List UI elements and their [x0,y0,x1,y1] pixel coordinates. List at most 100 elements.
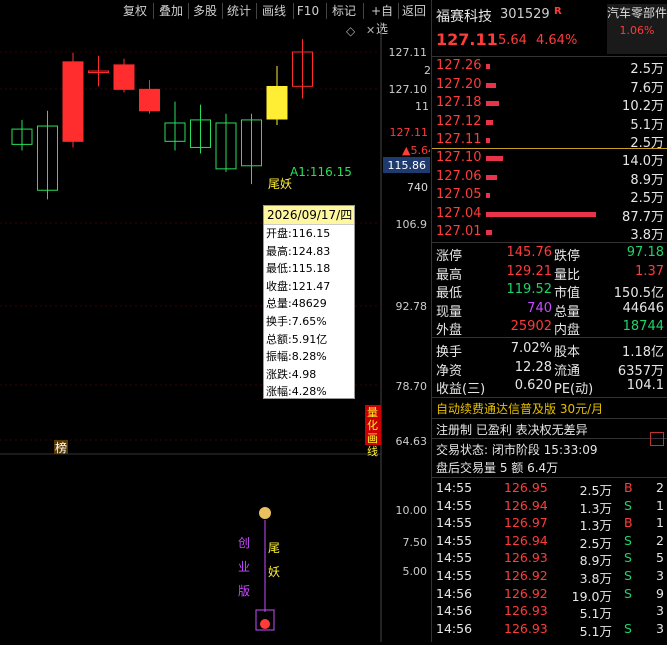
candle[interactable] [190,104,211,154]
quant-draw-char: 线 [367,444,378,458]
book-price[interactable]: 127.12 [436,114,482,129]
stat-label: 外盘 [436,323,463,338]
y-axis-label: 127.11 [389,46,428,59]
board-label-char: 版 [238,584,250,598]
info-item: 振幅:8.28% [266,350,327,364]
kline-svg: 127.11 2 127.10 11 106.9 92.78 78.70 64.63 127.1… [0,22,435,642]
toolbar-button-5[interactable]: F10 [295,2,321,20]
chart-toolbar: 复权 叠加 多股 统计 画线 F10 标记 +自选 返回 ◇ ✕ [0,0,430,38]
board-label-char: 创 [238,536,250,550]
stat-value: 104.1 [626,378,664,393]
tick-volume: 5.1万 [579,606,612,622]
toolbar-separator [222,3,223,19]
book-price[interactable]: 127.06 [436,169,482,184]
stat-label: 净资 [436,363,463,379]
chart-toggle-icon[interactable] [650,432,664,446]
info-item: 总量:48629 [266,297,327,311]
stat-label: 流通 [554,363,581,379]
tick-time: 14:55 [436,515,473,531]
info-item: 最高:124.83 [266,244,331,258]
promo-link[interactable]: 自动续费通达信普及版 30元/月 [436,400,603,417]
tick-volume: 1.3万 [579,518,612,534]
stat-label: 涨停 [436,249,463,264]
stock-code: 301529 [500,7,550,22]
stat-label: PE(动) [554,382,594,397]
tick-price: 126.93 [504,603,548,619]
book-volume: 3.8万 [630,228,664,243]
book-price[interactable]: 127.04 [436,206,482,221]
tick-count: 5 [656,550,664,566]
book-price[interactable]: 127.11 [436,132,482,147]
sector-box[interactable]: 汽车零部件 1.06% [607,4,667,54]
candle[interactable] [88,55,109,87]
toolbar-button-3[interactable]: 统计 [224,2,254,20]
tick-side: S [624,532,632,548]
weiyao-lower-char: 尾 [268,541,280,555]
candle[interactable] [292,39,313,99]
book-price[interactable]: 127.18 [436,95,482,110]
tick-time: 14:55 [436,532,473,548]
toolbar-button-0[interactable]: 复权 [120,2,150,20]
change-label: ▲5.64 [402,144,430,157]
stat-label: 量比 [554,267,581,283]
trade-status: 交易状态: 闭市阶段 15:33:09 [436,443,598,457]
toolbar-button-8[interactable]: 返回 [400,2,428,20]
book-volume-bar [486,138,491,143]
stat-value: 1.18亿 [622,345,664,360]
toolbar-separator [363,3,364,19]
book-price[interactable]: 127.26 [436,58,482,73]
toolbar-button-4[interactable]: 画线 [258,2,290,20]
kline-chart[interactable]: 127.11 2 127.10 11 106.9 92.78 78.70 64.63 127.1… [0,22,435,642]
stat-value: 44646 [622,300,664,316]
candle[interactable] [62,52,84,148]
book-volume: 2.5万 [630,191,664,206]
info-item: 最低:115.18 [266,262,331,276]
toolbar-separator [188,3,189,19]
toolbar-button-7[interactable]: +自选 [365,2,399,36]
candle[interactable] [139,80,160,114]
toolbar-separator [398,3,399,19]
stat-label: 总量 [554,304,581,320]
candle[interactable] [113,58,135,93]
book-volume-bar [486,230,492,235]
tick-side: B [624,515,633,531]
toolbar-button-1[interactable]: 叠加 [155,2,187,20]
y-axis-label: 106.9 [396,218,428,231]
toolbar-button-2[interactable]: 多股 [190,2,220,20]
tick-count: 2 [656,532,664,548]
stat-label: 收益(三) [436,382,486,397]
stat-value: 7.02% [510,341,552,356]
weiyao-annotation: 尾妖 [268,177,292,191]
quant-draw-char: 量 [367,406,378,419]
tick-volume: 2.5万 [579,535,612,551]
tick-count: 3 [656,568,664,583]
stat-label: 内盘 [554,323,581,338]
tick-price: 126.93 [504,620,548,636]
lower-y-label: 7.50 [403,536,428,549]
book-price[interactable]: 127.01 [436,224,482,239]
candle[interactable] [215,113,237,172]
candle[interactable] [37,110,58,200]
candle[interactable] [11,119,33,151]
book-volume: 2.5万 [630,62,664,77]
a1-annotation: A1:116.15 [290,165,352,179]
book-volume: 8.9万 [630,172,664,188]
sector-name: 汽车零部件 [607,6,667,20]
tick-count: 3 [656,620,664,636]
tick-price: 126.97 [504,515,548,531]
book-price[interactable]: 127.05 [436,187,482,202]
candle[interactable] [241,113,262,185]
stat-value: 97.18 [626,245,664,260]
book-price[interactable]: 127.20 [436,77,482,92]
book-price[interactable]: 127.10 [436,150,482,165]
money-bag-icon [259,507,271,519]
tick-side: S [624,497,632,513]
book-volume: 87.7万 [622,209,664,225]
tick-volume: 8.9万 [579,553,612,569]
toolbar-button-6[interactable]: 标记 [328,2,360,20]
stat-label: 最高 [436,267,463,283]
bang-label: 榜 [55,440,67,455]
y-axis-label: 64.63 [396,435,428,448]
candle[interactable] [266,65,288,125]
candle[interactable] [164,101,186,151]
